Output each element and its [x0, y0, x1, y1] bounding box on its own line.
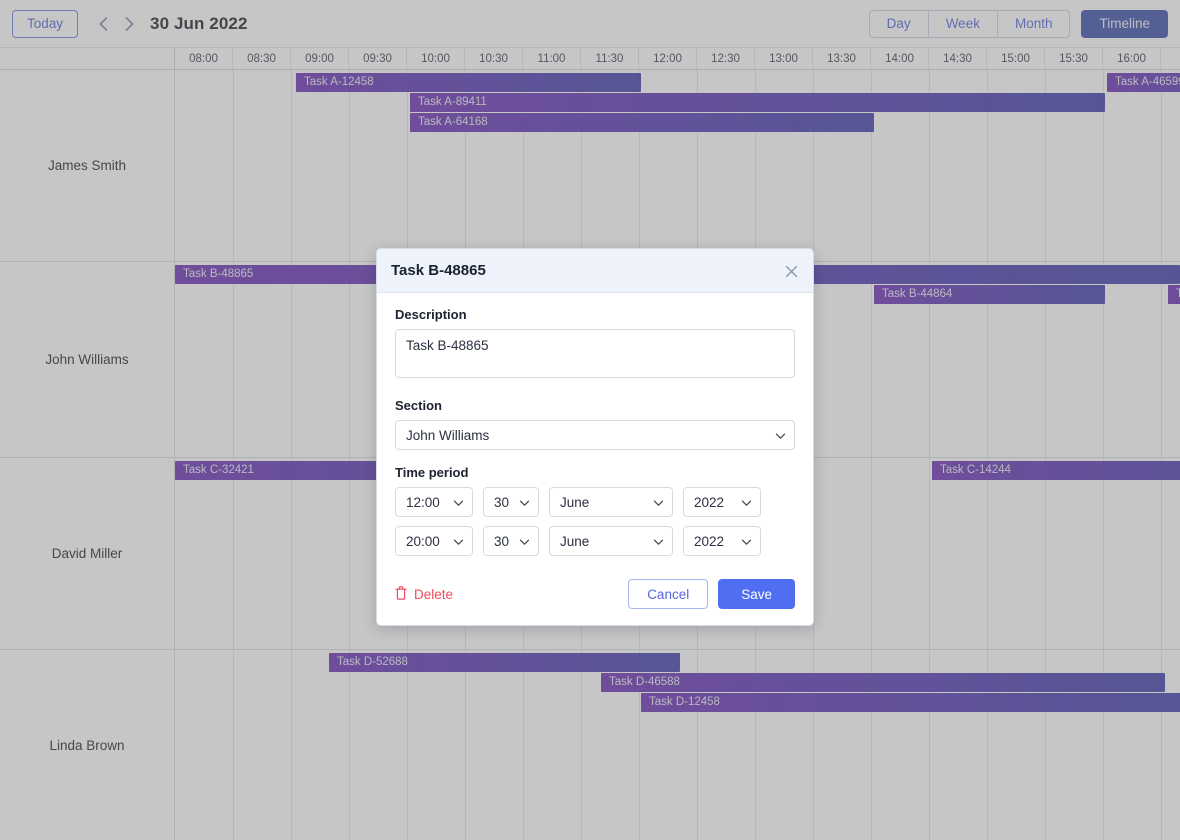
chevron-down-icon [519, 536, 530, 547]
modal-body: Description Task B-48865 Section John Wi… [377, 293, 813, 569]
start-time-select[interactable]: 12:00 [395, 487, 473, 517]
start-month-value: June [560, 494, 590, 510]
modal-footer: Delete Cancel Save [377, 569, 813, 625]
description-input[interactable]: Task B-48865 [395, 329, 795, 378]
modal-title: Task B-48865 [391, 262, 486, 279]
end-month-value: June [560, 533, 590, 549]
end-time-select[interactable]: 20:00 [395, 526, 473, 556]
description-label: Description [395, 307, 467, 322]
delete-label: Delete [414, 586, 454, 602]
end-year-value: 2022 [694, 533, 725, 549]
section-label: Section [395, 398, 442, 413]
chevron-down-icon [653, 536, 664, 547]
save-button[interactable]: Save [718, 579, 795, 609]
trash-icon [395, 585, 407, 603]
end-day-value: 30 [494, 533, 510, 549]
end-datetime-row: 20:00 30 June 2022 [395, 526, 795, 556]
start-day-value: 30 [494, 494, 510, 510]
chevron-down-icon [775, 430, 786, 441]
start-year-select[interactable]: 2022 [683, 487, 761, 517]
chevron-down-icon [519, 497, 530, 508]
start-day-select[interactable]: 30 [483, 487, 539, 517]
time-period-label: Time period [395, 465, 469, 480]
end-month-select[interactable]: June [549, 526, 673, 556]
chevron-down-icon [653, 497, 664, 508]
start-time-value: 12:00 [406, 494, 440, 510]
close-icon[interactable] [780, 260, 802, 282]
section-select-value: John Williams [406, 427, 490, 443]
end-time-value: 20:00 [406, 533, 440, 549]
chevron-down-icon [453, 497, 464, 508]
chevron-down-icon [741, 536, 752, 547]
task-edit-modal: Task B-48865 Description Task B-48865 Se… [376, 248, 814, 626]
start-datetime-row: 12:00 30 June 2022 [395, 487, 795, 517]
chevron-down-icon [741, 497, 752, 508]
scheduler-app: Today 30 Jun 2022 Day Week Month Timelin… [0, 0, 1180, 840]
delete-button[interactable]: Delete [395, 585, 454, 603]
start-year-value: 2022 [694, 494, 725, 510]
start-month-select[interactable]: June [549, 487, 673, 517]
modal-header: Task B-48865 [377, 249, 813, 293]
end-day-select[interactable]: 30 [483, 526, 539, 556]
chevron-down-icon [453, 536, 464, 547]
end-year-select[interactable]: 2022 [683, 526, 761, 556]
section-select[interactable]: John Williams [395, 420, 795, 450]
cancel-button[interactable]: Cancel [628, 579, 709, 609]
